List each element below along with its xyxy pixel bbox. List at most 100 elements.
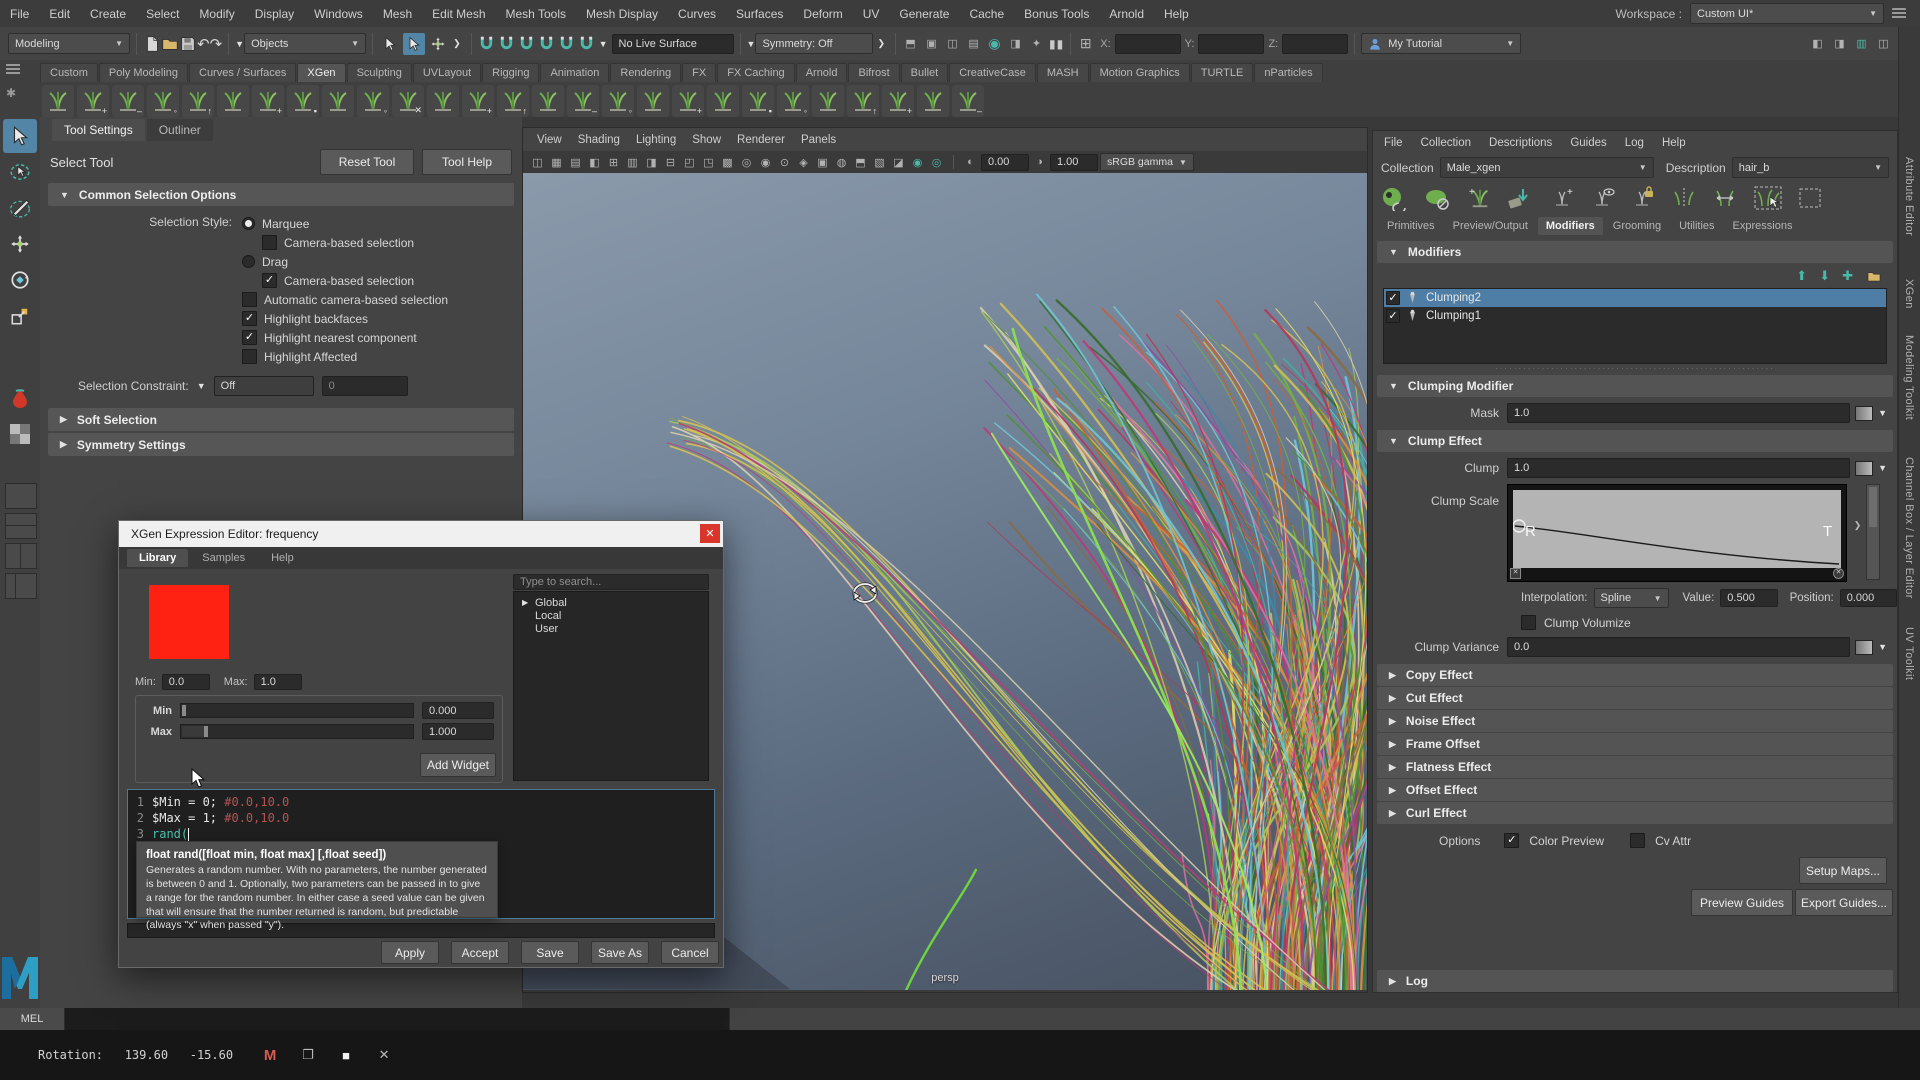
panel-tab[interactable]: Outliner [147, 119, 213, 141]
xgen-menu-item[interactable]: Descriptions [1480, 131, 1561, 154]
close-icon[interactable]: ✕ [700, 524, 720, 543]
symmetry-dropdown[interactable]: Symmetry: Off [755, 33, 873, 54]
xgen-menu-item[interactable]: Log [1616, 131, 1653, 154]
xgen-shelf-tool-icon[interactable]: – [567, 85, 599, 117]
menu-item[interactable]: Curves [668, 0, 726, 27]
snap-point-icon[interactable] [518, 35, 535, 52]
guide-width-icon[interactable] [1711, 185, 1739, 211]
shelf-tab[interactable]: UVLayout [413, 63, 481, 82]
dialog-button[interactable]: Apply [381, 941, 439, 964]
preview-refresh-icon[interactable] [1379, 185, 1409, 211]
select-tool-icon[interactable] [3, 119, 37, 153]
last-tool-icon[interactable] [3, 381, 37, 415]
shadows-icon[interactable]: ◎ [928, 154, 945, 171]
new-scene-icon[interactable] [143, 35, 161, 53]
effect-section-header[interactable]: ▶Frame Offset [1377, 733, 1893, 755]
hypershade-icon[interactable]: ✦ [1028, 35, 1045, 52]
render-settings-icon[interactable]: ▤ [965, 35, 982, 52]
xgen-tab[interactable]: Utilities [1671, 217, 1722, 235]
selection-option-row[interactable]: ✓ Marquee [242, 214, 448, 233]
ramp-expand-icon[interactable]: ❯ [1851, 520, 1864, 540]
xgen-tab[interactable]: Primitives [1379, 217, 1443, 235]
shelf-tab[interactable]: Sculpting [347, 63, 412, 82]
xgen-menu-item[interactable]: Collection [1412, 131, 1481, 154]
dock-vertical-tab[interactable]: Attribute Editor [1903, 157, 1915, 236]
shelf-tab[interactable]: Bullet [901, 63, 949, 82]
move-tool-icon[interactable] [3, 227, 37, 261]
shelf-menu-icon[interactable] [6, 64, 22, 78]
viewport-tool-icon[interactable]: ◰ [681, 154, 698, 171]
export-patches-icon[interactable] [1507, 185, 1537, 211]
clumping-modifier-header[interactable]: ▼Clumping Modifier [1377, 375, 1893, 397]
shelf-gear-icon[interactable]: ✱ [6, 86, 22, 102]
construction-plane-icon[interactable]: ⊞ [1077, 35, 1094, 52]
chevron-down-icon[interactable]: ▼ [747, 39, 756, 49]
xgen-shelf-tool-icon[interactable]: – [952, 85, 984, 117]
lasso-tool-icon[interactable] [3, 155, 37, 189]
ramp-value-field[interactable]: 0.500 [1720, 589, 1777, 607]
exposure-icon[interactable]: ◐ [962, 154, 979, 171]
log-section-header[interactable]: ▶Log [1377, 970, 1893, 992]
open-scene-icon[interactable] [161, 35, 179, 53]
radio-button[interactable] [242, 217, 255, 230]
xgen-shelf-tool-icon[interactable]: + [77, 85, 109, 117]
xgen-shelf-tool-icon[interactable] [427, 85, 459, 117]
select-component-mode-icon[interactable] [427, 33, 449, 55]
add-guide-icon[interactable]: + [1551, 185, 1577, 211]
ramp-key-end-handle[interactable]: ✕ [1833, 568, 1844, 579]
panel-tab[interactable]: Tool Settings [52, 119, 145, 141]
viewport-tool-icon[interactable]: ▩ [719, 154, 736, 171]
shelf-tab[interactable]: Motion Graphics [1090, 63, 1190, 82]
mel-mode-button[interactable]: MEL [0, 1008, 65, 1030]
map-icon[interactable] [1855, 406, 1873, 421]
dialog-tab[interactable]: Library [127, 549, 188, 567]
close-icon[interactable]: ✕ [373, 1044, 395, 1066]
redo-icon[interactable]: ↷ [210, 35, 223, 53]
clump-effect-header[interactable]: ▼Clump Effect [1377, 430, 1893, 452]
shelf-tab[interactable]: XGen [297, 63, 345, 82]
collapsed-section-header[interactable]: ▶ Symmetry Settings [48, 433, 514, 456]
toggle-attribute-editor-icon[interactable]: ◧ [1809, 35, 1826, 52]
shelf-tab[interactable]: Rigging [482, 63, 539, 82]
menu-item[interactable]: Modify [189, 0, 244, 27]
selection-option-row[interactable]: Automatic camera-based selection [242, 290, 448, 309]
toggle-channel-box-icon[interactable]: ▥ [1853, 35, 1870, 52]
paint-select-tool-icon[interactable] [3, 191, 37, 225]
lights-icon[interactable]: ◉ [909, 154, 926, 171]
save-scene-icon[interactable] [179, 35, 197, 53]
snap-projected-center-icon[interactable] [538, 35, 555, 52]
shelf-tab[interactable]: CreativeCase [949, 63, 1036, 82]
lock-guides-icon[interactable] [1631, 185, 1657, 211]
effect-section-header[interactable]: ▶Offset Effect [1377, 779, 1893, 801]
menu-item[interactable]: Surfaces [726, 0, 793, 27]
xgen-shelf-tool-icon[interactable] [322, 85, 354, 117]
menu-item[interactable]: Mesh Tools [496, 0, 576, 27]
menu-item[interactable]: Edit [39, 0, 80, 27]
xgen-shelf-tool-icon[interactable] [217, 85, 249, 117]
stop-square-icon[interactable]: ■ [335, 1044, 357, 1066]
move-modifier-up-icon[interactable]: ⬆ [1796, 268, 1807, 284]
preview-clear-icon[interactable] [1423, 185, 1453, 211]
select-object-mode-icon[interactable] [403, 33, 425, 55]
viewport-tool-icon[interactable]: ⬒ [852, 154, 869, 171]
menu-item[interactable]: Mesh Display [576, 0, 668, 27]
splitter-handle[interactable]: ········································… [1373, 366, 1897, 374]
collapsed-section-header[interactable]: ▶ Soft Selection [48, 408, 514, 431]
create-description-icon[interactable]: + [1467, 185, 1493, 211]
pause-icon[interactable]: ▮▮ [1049, 37, 1064, 51]
shelf-tab[interactable]: Poly Modeling [99, 63, 188, 82]
xgen-menu-item[interactable]: Help [1653, 131, 1695, 154]
clump-volumize-checkbox[interactable] [1521, 615, 1536, 630]
menu-item[interactable]: Windows [304, 0, 373, 27]
undo-icon[interactable]: ↶ [197, 35, 210, 53]
viewport-menu-item[interactable]: View [529, 128, 570, 151]
xgen-shelf-tool-icon[interactable] [707, 85, 739, 117]
dialog-button[interactable]: Cancel [661, 941, 719, 964]
min-field[interactable]: 0.0 [162, 674, 210, 690]
export-guides-button[interactable]: Export Guides... [1795, 889, 1893, 916]
mask-field[interactable]: 1.0 [1507, 403, 1850, 423]
preview-guides-button[interactable]: Preview Guides [1691, 889, 1793, 916]
shelf-tab[interactable]: MASH [1037, 63, 1089, 82]
shelf-tab[interactable]: FX Caching [717, 63, 794, 82]
render-view-icon[interactable]: ⬒ [902, 35, 919, 52]
